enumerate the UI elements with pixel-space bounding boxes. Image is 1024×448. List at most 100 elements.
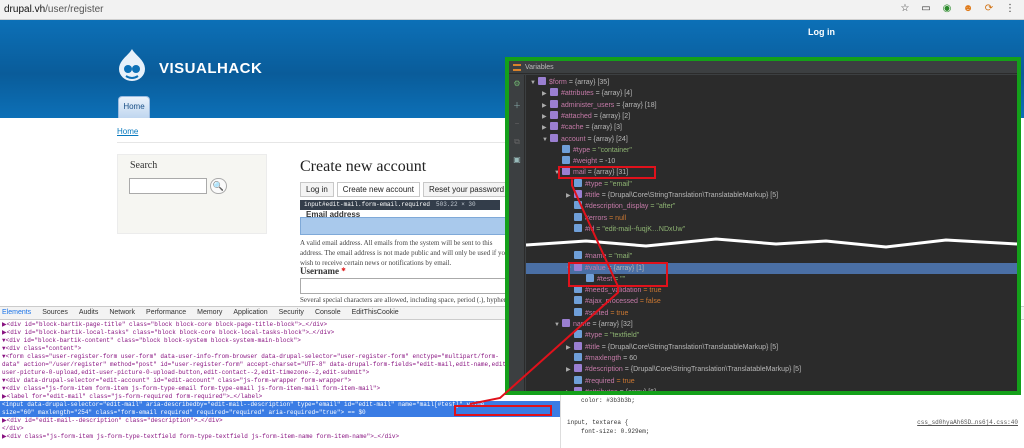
variable-row[interactable]: #ajax_processed = false: [526, 296, 1017, 307]
variable-row[interactable]: ▶ #cache = {array} [3]: [526, 122, 1017, 133]
devtools-tab-memory[interactable]: Memory: [197, 307, 222, 319]
variable-value: = true: [610, 309, 629, 317]
variable-row[interactable]: ▶ administer_users = {array} [18]: [526, 99, 1017, 111]
dom-node[interactable]: ▼<div class="content">: [0, 345, 560, 353]
menu-icon[interactable]: [513, 64, 521, 71]
variable-value: = {array} [2]: [593, 112, 631, 120]
dom-node[interactable]: ▶<div id="edit-mail--description" class=…: [0, 417, 560, 425]
variable-row[interactable]: #sorted = true: [526, 307, 1017, 319]
dom-node[interactable]: data" action="/user/register" method="po…: [0, 361, 560, 369]
array-icon: [574, 341, 582, 350]
devtools-tab-sources[interactable]: Sources: [42, 307, 68, 319]
tab-log-in[interactable]: Log in: [300, 182, 334, 197]
devtools-tab-audits[interactable]: Audits: [79, 307, 98, 319]
stylesheet-link[interactable]: css_sd0hyaAh6SD…ns6j4.css:40: [917, 419, 1018, 426]
dom-node[interactable]: ▼<div class="js-form-item form-item js-f…: [0, 385, 560, 393]
array-icon: [550, 122, 558, 131]
variable-name: #type: [573, 146, 591, 154]
dom-node[interactable]: ▼<form class="user-register-form user-fo…: [0, 353, 560, 361]
variable-row[interactable]: #type = "container": [526, 144, 1017, 156]
devtools-tab-application[interactable]: Application: [233, 307, 267, 319]
variable-value: = {array} [3]: [585, 124, 622, 132]
style-rule-selector: input, textarea {: [567, 419, 629, 426]
variable-value: = 60: [623, 354, 637, 362]
variable-value: = null: [609, 214, 627, 222]
variable-row[interactable]: #description_display = "after": [526, 201, 1017, 212]
variable-row[interactable]: #needs_validation = true: [526, 285, 1017, 296]
cast-icon[interactable]: ▭: [920, 3, 932, 15]
nav-tab-home[interactable]: Home: [118, 96, 150, 118]
dom-node[interactable]: ▶<div class="js-form-item js-form-type-t…: [0, 433, 560, 441]
face-icon[interactable]: ☻: [962, 3, 974, 15]
field-icon: [562, 156, 570, 165]
variable-row[interactable]: ▶ #description = {Drupal\Core\StringTrans…: [526, 364, 1017, 375]
search-icon[interactable]: 🔍: [210, 178, 227, 194]
debug-resume-icon[interactable]: ⚙: [512, 79, 522, 89]
add-watch-icon[interactable]: ＋: [512, 101, 522, 111]
array-icon: [538, 77, 546, 85]
username-description: Several special characters are allowed, …: [300, 296, 510, 304]
devtools-tab-elements[interactable]: Elements: [2, 307, 31, 319]
variable-value: = true: [643, 287, 662, 295]
variable-value: = {Drupal\Core\StringTranslation\Transla…: [601, 343, 779, 351]
header-login-link[interactable]: Log in: [808, 27, 835, 37]
dom-node[interactable]: ▶<div id="block-bartik-local-tasks" clas…: [0, 329, 560, 337]
username-field[interactable]: [300, 278, 510, 294]
variable-row[interactable]: ▼ $form = {array} [35]: [526, 77, 1017, 88]
devtools-tab-console[interactable]: Console: [315, 307, 341, 319]
dom-node[interactable]: user-picture-0-upload,edit-user-picture-…: [0, 369, 560, 377]
view-icon[interactable]: ▣: [512, 155, 522, 165]
variable-name: #errors: [585, 214, 608, 222]
variable-row[interactable]: #id = "edit-mail--fuqjK…NDxUw": [526, 223, 1017, 235]
variable-value: = {array} [35]: [568, 79, 610, 86]
variable-name: #description: [585, 366, 623, 374]
refresh-icon[interactable]: ⟳: [983, 3, 995, 15]
variable-value: = {array} [24]: [587, 135, 628, 143]
url-path: /user/register: [45, 4, 104, 15]
tab-reset-password[interactable]: Reset your password: [422, 182, 511, 197]
dom-node[interactable]: ▶<div id="block-bartik-page-title" class…: [0, 321, 560, 329]
devtools-tab-performance[interactable]: Performance: [146, 307, 186, 319]
star-icon[interactable]: ☆: [899, 3, 911, 15]
variable-value: = {array} [18]: [616, 101, 657, 109]
field-icon: [574, 212, 582, 221]
devtools-tab-editthiscookie[interactable]: EditThisCookie: [352, 307, 399, 319]
variable-name: administer_users: [561, 101, 615, 109]
variable-row[interactable]: ▶ #attributes = {array} [4]: [526, 88, 1017, 99]
variable-row[interactable]: #maxlength = 60: [526, 352, 1017, 364]
dom-node[interactable]: ▶<label for="edit-mail" class="js-form-r…: [0, 393, 560, 401]
remove-watch-icon[interactable]: −: [512, 119, 522, 129]
variable-row[interactable]: ▶ #attributes = {array} [6]: [526, 386, 1017, 391]
email-field[interactable]: [300, 217, 510, 235]
variable-row[interactable]: ▼ name = {array} [32]: [526, 319, 1017, 330]
site-name[interactable]: VISUALHACK: [159, 60, 262, 77]
dom-node[interactable]: </div>: [0, 425, 560, 433]
variable-name: #description_display: [585, 203, 649, 211]
variable-row[interactable]: #type = "textfield": [526, 330, 1017, 341]
variable-name: #attributes: [585, 389, 618, 391]
devtools-tab-network[interactable]: Network: [109, 307, 135, 319]
search-input[interactable]: [129, 178, 207, 194]
array-icon: [562, 319, 570, 327]
variable-name: #maxlength: [585, 354, 622, 362]
variable-row[interactable]: ▶ #attached = {array} [2]: [526, 110, 1017, 122]
variable-value: = {array} [6]: [620, 389, 656, 391]
expand-arrow-icon[interactable]: ▶: [566, 388, 574, 391]
dom-node[interactable]: ▼<div id="block-bartik-content" class="b…: [0, 337, 560, 345]
devtools-tab-security[interactable]: Security: [279, 307, 304, 319]
tab-create-account[interactable]: Create new account: [336, 182, 420, 197]
variable-value: = -10: [599, 158, 616, 166]
copy-icon[interactable]: ⧉: [512, 137, 522, 147]
breadcrumb[interactable]: Home: [117, 127, 138, 136]
dom-node[interactable]: ▼<div data-drupal-selector="edit-account…: [0, 377, 560, 385]
variable-row[interactable]: ▼ account = {array} [24]: [526, 133, 1017, 145]
variable-row[interactable]: #required = true: [526, 375, 1017, 387]
variable-row[interactable]: ▶ #title = {Drupal\Core\StringTranslation…: [526, 190, 1017, 201]
variable-value: = false: [639, 298, 661, 306]
variable-row[interactable]: #errors = null: [526, 212, 1017, 224]
variable-row[interactable]: ▶ #title = {Drupal\Core\StringTranslation…: [526, 341, 1017, 353]
extension-icon[interactable]: ◉: [941, 3, 953, 15]
address-bar[interactable]: drupal.vh/user/register: [2, 2, 932, 18]
menu-icon[interactable]: ⋮: [1004, 3, 1016, 15]
variable-row[interactable]: #type = "email": [526, 178, 1017, 190]
